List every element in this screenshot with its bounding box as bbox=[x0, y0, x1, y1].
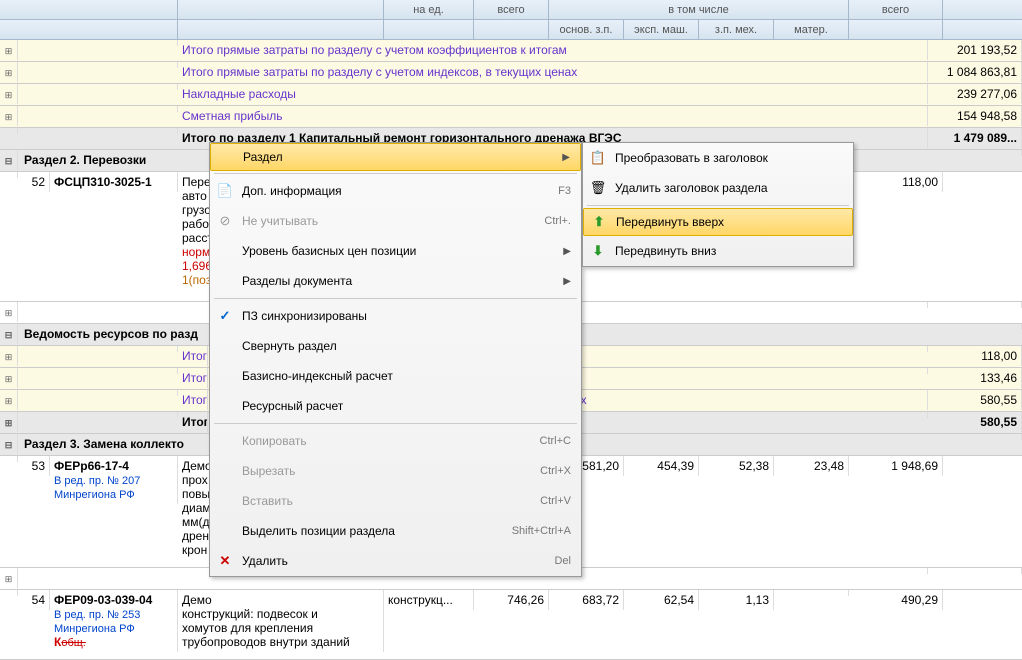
menu-item-section[interactable]: Раздел ▶ bbox=[210, 143, 581, 171]
arrow-down-icon: ⬇ bbox=[589, 242, 607, 260]
expand-icon[interactable]: ⊞ bbox=[5, 46, 13, 56]
summary-row[interactable]: ⊞ Сметная прибыль 154 948,58 bbox=[0, 106, 1022, 128]
table-header-row-1: на ед. всего в том числе всего bbox=[0, 0, 1022, 20]
table-header-row-2: основ. з.п. эксп. маш. з.п. мех. матер. bbox=[0, 20, 1022, 40]
delete-icon: ✕ bbox=[216, 552, 234, 570]
arrow-up-icon: ⬆ bbox=[590, 213, 608, 231]
context-submenu: 📋 Преобразовать в заголовок 🗑 Удалить за… bbox=[582, 142, 854, 267]
expand-icon[interactable]: ⊞ bbox=[5, 90, 13, 100]
expand-icon[interactable]: ⊞ bbox=[5, 308, 13, 318]
menu-item-delete[interactable]: ✕ Удалить Del bbox=[210, 546, 581, 576]
submenu-arrow-icon: ▶ bbox=[543, 246, 571, 257]
menu-separator bbox=[214, 173, 577, 174]
menu-item-cut[interactable]: Вырезать Ctrl+X bbox=[210, 456, 581, 486]
collapse-icon[interactable]: ⊟ bbox=[5, 156, 13, 166]
row-number: 52 bbox=[18, 172, 50, 192]
menu-item-base-price-level[interactable]: Уровень базисных цен позиции ▶ bbox=[210, 236, 581, 266]
expand-icon[interactable]: ⊞ bbox=[5, 352, 13, 362]
expand-icon[interactable]: ⊞ bbox=[5, 418, 13, 428]
submenu-arrow-icon: ▶ bbox=[542, 152, 570, 163]
summary-row[interactable]: ⊞ Накладные расходы 239 277,06 bbox=[0, 84, 1022, 106]
summary-row[interactable]: ⊞ Итого прямые затраты по разделу с учет… bbox=[0, 62, 1022, 84]
menu-item-collapse-section[interactable]: Свернуть раздел bbox=[210, 331, 581, 361]
menu-item-select-all[interactable]: Выделить позиции раздела Shift+Ctrl+A bbox=[210, 516, 581, 546]
expand-icon[interactable]: ⊞ bbox=[5, 68, 13, 78]
menu-item-ne-uchityvat[interactable]: ⊘ Не учитывать Ctrl+. bbox=[210, 206, 581, 236]
table-row[interactable]: 54 ФЕР09-03-039-04 В ред. пр. № 253 Минр… bbox=[0, 590, 1022, 660]
menu-separator bbox=[587, 205, 849, 206]
submenu-item-delete-header[interactable]: 🗑 Удалить заголовок раздела bbox=[583, 173, 853, 203]
expand-icon[interactable]: ⊞ bbox=[5, 574, 13, 584]
expand-icon[interactable]: ⊞ bbox=[5, 112, 13, 122]
disable-icon: ⊘ bbox=[216, 212, 234, 230]
menu-item-paste[interactable]: Вставить Ctrl+V bbox=[210, 486, 581, 516]
submenu-item-move-up[interactable]: ⬆ Передвинуть вверх bbox=[583, 208, 853, 236]
summary-label: Итого прямые затраты по разделу с учетом… bbox=[178, 40, 928, 60]
menu-item-pz-sync[interactable]: ✓ ПЗ синхронизированы bbox=[210, 301, 581, 331]
menu-separator bbox=[214, 298, 577, 299]
check-icon: ✓ bbox=[216, 307, 234, 325]
info-icon: 📄 bbox=[216, 182, 234, 200]
menu-item-doc-sections[interactable]: Разделы документа ▶ bbox=[210, 266, 581, 296]
submenu-item-convert[interactable]: 📋 Преобразовать в заголовок bbox=[583, 143, 853, 173]
menu-item-index-calc[interactable]: Базисно-индексный расчет bbox=[210, 361, 581, 391]
convert-icon: 📋 bbox=[589, 149, 607, 167]
context-menu: Раздел ▶ 📄 Доп. информация F3 ⊘ Не учиты… bbox=[209, 142, 582, 577]
row-code: ФСЦП310-3025-1 bbox=[54, 175, 152, 189]
delete-header-icon: 🗑 bbox=[589, 179, 607, 197]
menu-item-copy[interactable]: Копировать Ctrl+C bbox=[210, 426, 581, 456]
submenu-arrow-icon: ▶ bbox=[543, 276, 571, 287]
summary-row[interactable]: ⊞ Итого прямые затраты по разделу с учет… bbox=[0, 40, 1022, 62]
menu-item-dop-info[interactable]: 📄 Доп. информация F3 bbox=[210, 176, 581, 206]
summary-value: 201 193,52 bbox=[928, 40, 1022, 60]
collapse-icon[interactable]: ⊟ bbox=[5, 330, 13, 340]
submenu-item-move-down[interactable]: ⬇ Передвинуть вниз bbox=[583, 236, 853, 266]
menu-separator bbox=[214, 423, 577, 424]
expand-icon[interactable]: ⊞ bbox=[5, 374, 13, 384]
expand-icon[interactable]: ⊞ bbox=[5, 396, 13, 406]
collapse-icon[interactable]: ⊟ bbox=[5, 440, 13, 450]
menu-item-resource-calc[interactable]: Ресурсный расчет bbox=[210, 391, 581, 421]
